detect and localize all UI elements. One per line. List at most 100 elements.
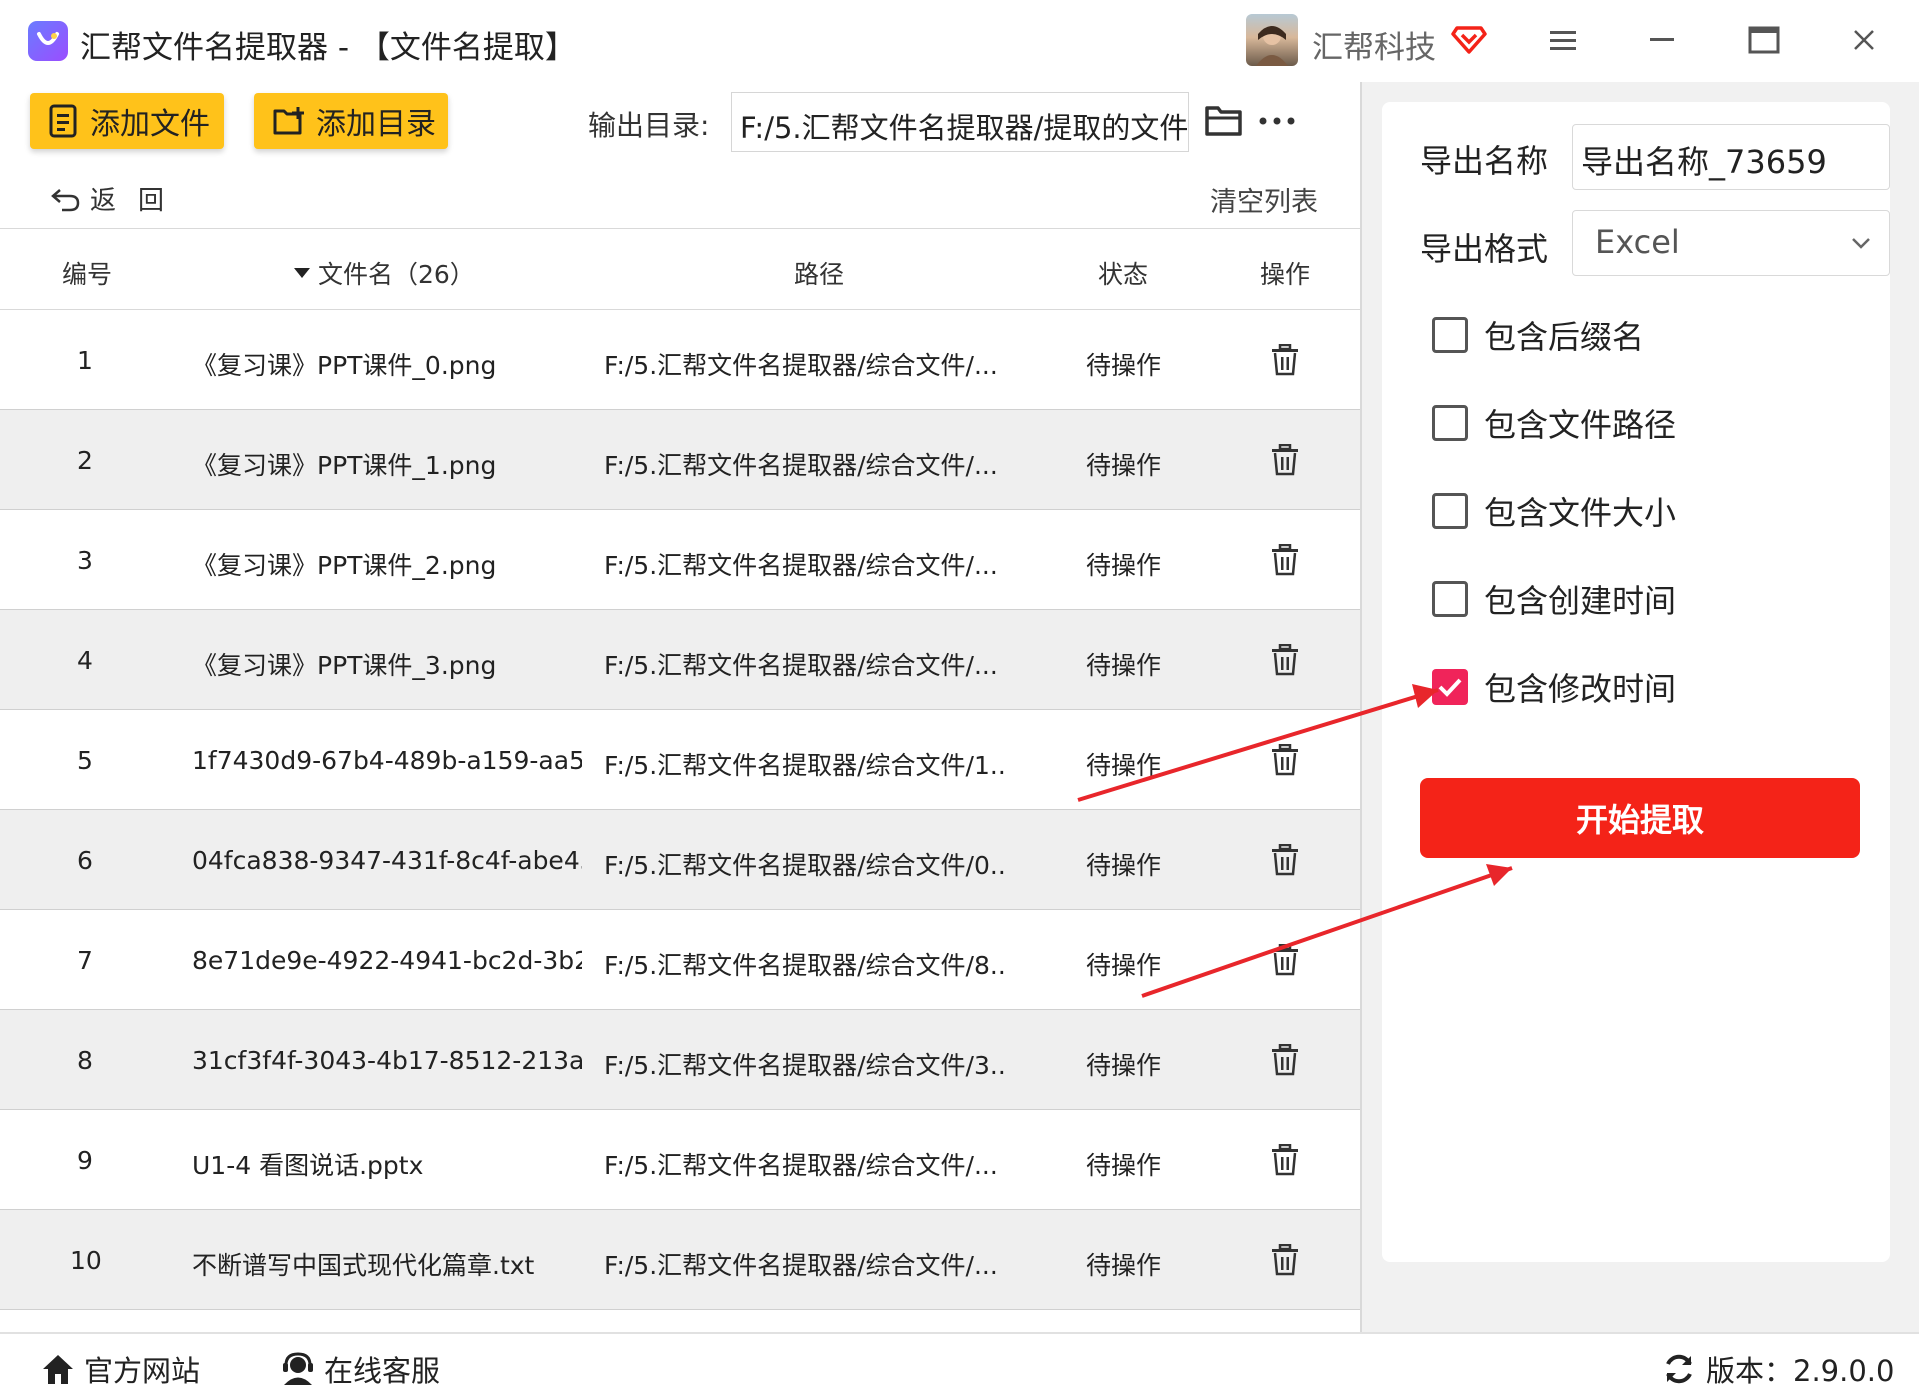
- option-label: 包含修改时间: [1484, 670, 1677, 708]
- trash-icon[interactable]: [1270, 1143, 1300, 1176]
- row-status: 待操作: [1086, 351, 1162, 380]
- output-dir-input[interactable]: F:/5.汇帮文件名提取器/提取的文件: [731, 92, 1189, 152]
- online-service-link[interactable]: 在线客服: [280, 1348, 440, 1390]
- menu-icon[interactable]: [1545, 22, 1581, 58]
- option-checkbox[interactable]: 包含文件大小: [1432, 488, 1676, 534]
- export-format-select[interactable]: Excel: [1572, 210, 1890, 276]
- trash-icon[interactable]: [1270, 1243, 1300, 1276]
- trash-icon[interactable]: [1270, 1043, 1300, 1076]
- header-op: 操作: [1260, 260, 1311, 289]
- table-row[interactable]: 8 31cf3f4f-3043-4b17-8512-213a... F:/5.汇帮文…: [0, 1010, 1360, 1110]
- checkbox-checked-icon[interactable]: [1432, 669, 1468, 705]
- add-directory-label: 添加目录: [316, 107, 436, 142]
- customer-service-icon: [283, 1352, 313, 1385]
- row-number: 6: [77, 846, 93, 875]
- table-row[interactable]: 9 U1-4 看图说话.pptx F:/5.汇帮文件名提取器/综合文件/... 待操作: [0, 1110, 1360, 1210]
- trash-icon[interactable]: [1270, 943, 1300, 976]
- row-number: 4: [77, 646, 93, 675]
- row-filename: 04fca838-9347-431f-8c4f-abe45...: [192, 846, 582, 875]
- row-status: 待操作: [1086, 1151, 1162, 1180]
- header-name[interactable]: 文件名（26）: [292, 255, 475, 291]
- option-checkbox[interactable]: 包含修改时间: [1432, 664, 1676, 710]
- checkbox-unchecked-icon[interactable]: [1432, 493, 1468, 529]
- app-logo-icon: [28, 21, 68, 61]
- row-number: 8: [77, 1046, 93, 1075]
- table-body: 1 《复习课》PPT课件_0.png F:/5.汇帮文件名提取器/综合文件/... 待…: [0, 310, 1360, 1310]
- trash-icon[interactable]: [1270, 443, 1300, 476]
- official-website-link[interactable]: 官方网站: [40, 1348, 200, 1390]
- clear-list-button[interactable]: 清空列表: [1210, 180, 1318, 219]
- minimize-icon[interactable]: [1644, 22, 1680, 58]
- row-number: 7: [77, 946, 93, 975]
- export-name-input[interactable]: 导出名称_73659: [1572, 124, 1890, 190]
- more-options-icon[interactable]: [1257, 106, 1297, 136]
- row-number: 9: [77, 1146, 93, 1175]
- row-filename: 《复习课》PPT课件_3.png: [192, 651, 497, 680]
- table-row[interactable]: 5 1f7430d9-67b4-489b-a159-aa5... F:/5.汇帮文件…: [0, 710, 1360, 810]
- refresh-icon[interactable]: [1662, 1352, 1696, 1386]
- row-filename: 《复习课》PPT课件_1.png: [192, 451, 497, 480]
- start-extract-button[interactable]: 开始提取: [1420, 778, 1860, 858]
- chevron-down-icon: [1852, 238, 1870, 249]
- row-status: 待操作: [1086, 1051, 1162, 1080]
- add-file-label: 添加文件: [90, 107, 210, 142]
- row-path: F:/5.汇帮文件名提取器/综合文件/0...: [604, 851, 1004, 880]
- row-path: F:/5.汇帮文件名提取器/综合文件/...: [604, 1251, 998, 1280]
- output-dir-label: 输出目录:: [588, 109, 710, 142]
- row-status: 待操作: [1086, 851, 1162, 880]
- table-row[interactable]: 4 《复习课》PPT课件_3.png F:/5.汇帮文件名提取器/综合文件/... 待…: [0, 610, 1360, 710]
- table-header: 编号 文件名（26） 路径 状态 操作: [0, 228, 1360, 310]
- trash-icon[interactable]: [1270, 843, 1300, 876]
- trash-icon[interactable]: [1270, 343, 1300, 376]
- vip-icon[interactable]: [1451, 20, 1487, 56]
- row-number: 3: [77, 546, 93, 575]
- row-status: 待操作: [1086, 951, 1162, 980]
- row-number: 2: [77, 446, 93, 475]
- trash-icon[interactable]: [1270, 743, 1300, 776]
- back-label: 返回: [90, 186, 187, 216]
- version-info: 版本：2.9.0.0: [1662, 1348, 1894, 1390]
- table-row[interactable]: 10 不断谱写中国式现代化篇章.txt F:/5.汇帮文件名提取器/综合文件/...…: [0, 1210, 1360, 1310]
- checkbox-unchecked-icon[interactable]: [1432, 317, 1468, 353]
- option-checkbox[interactable]: 包含创建时间: [1432, 576, 1676, 622]
- checkbox-unchecked-icon[interactable]: [1432, 405, 1468, 441]
- window-title: 汇帮文件名提取器 - 【文件名提取】: [80, 30, 576, 66]
- row-status: 待操作: [1086, 451, 1162, 480]
- row-status: 待操作: [1086, 651, 1162, 680]
- table-row[interactable]: 1 《复习课》PPT课件_0.png F:/5.汇帮文件名提取器/综合文件/... 待…: [0, 310, 1360, 410]
- folder-open-icon[interactable]: [1204, 102, 1244, 138]
- row-status: 待操作: [1086, 551, 1162, 580]
- table-row[interactable]: 2 《复习课》PPT课件_1.png F:/5.汇帮文件名提取器/综合文件/... 待…: [0, 410, 1360, 510]
- checkbox-unchecked-icon[interactable]: [1432, 581, 1468, 617]
- trash-icon[interactable]: [1270, 643, 1300, 676]
- maximize-icon[interactable]: [1746, 22, 1782, 58]
- row-path: F:/5.汇帮文件名提取器/综合文件/...: [604, 551, 998, 580]
- option-label: 包含文件路径: [1484, 406, 1677, 444]
- export-format-value: Excel: [1595, 223, 1680, 261]
- table-row[interactable]: 6 04fca838-9347-431f-8c4f-abe45... F:/5.汇帮…: [0, 810, 1360, 910]
- table-row[interactable]: 7 8e71de9e-4922-4941-bc2d-3b2... F:/5.汇帮文件…: [0, 910, 1360, 1010]
- back-button[interactable]: 返回: [50, 180, 186, 217]
- row-path: F:/5.汇帮文件名提取器/综合文件/...: [604, 651, 998, 680]
- option-checkbox[interactable]: 包含后缀名: [1432, 312, 1644, 358]
- export-format-label: 导出格式: [1420, 230, 1549, 268]
- folder-add-icon: [273, 107, 304, 135]
- option-checkbox[interactable]: 包含文件路径: [1432, 400, 1676, 446]
- table-row[interactable]: 3 《复习课》PPT课件_2.png F:/5.汇帮文件名提取器/综合文件/... 待…: [0, 510, 1360, 610]
- add-file-button[interactable]: 添加文件: [30, 93, 224, 149]
- user-avatar[interactable]: [1246, 14, 1298, 66]
- add-directory-button[interactable]: 添加目录: [254, 93, 448, 149]
- row-path: F:/5.汇帮文件名提取器/综合文件/...: [604, 1151, 998, 1180]
- brand-name: 汇帮科技: [1312, 30, 1436, 66]
- row-filename: 不断谱写中国式现代化篇章.txt: [192, 1251, 535, 1280]
- trash-icon[interactable]: [1270, 543, 1300, 576]
- back-arrow-icon: [51, 188, 80, 211]
- close-icon[interactable]: [1846, 22, 1882, 58]
- header-num: 编号: [62, 260, 113, 289]
- row-filename: 1f7430d9-67b4-489b-a159-aa5...: [192, 746, 582, 775]
- row-number: 5: [77, 746, 93, 775]
- sort-down-icon: [294, 268, 310, 278]
- title-bar: 汇帮文件名提取器 - 【文件名提取】 汇帮科技: [0, 0, 1919, 82]
- row-path: F:/5.汇帮文件名提取器/综合文件/...: [604, 451, 998, 480]
- version-label: 版本：2.9.0.0: [1706, 1354, 1895, 1388]
